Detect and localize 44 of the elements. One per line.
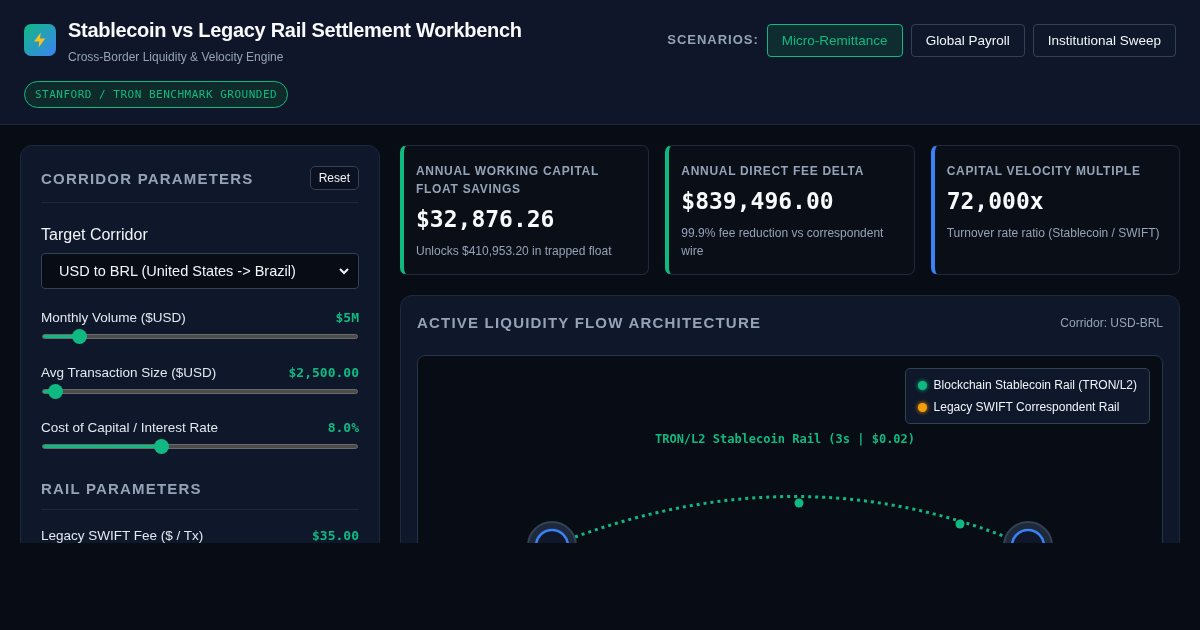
- scenarios-label: SCENARIOS:: [667, 32, 759, 47]
- slider[interactable]: [42, 439, 358, 454]
- slider-label: Legacy SWIFT Fee ($ / Tx): [41, 528, 204, 543]
- benchmark-badge: STANFORD / TRON BENCHMARK GROUNDED: [24, 81, 289, 108]
- panel-title: CORRIDOR PARAMETERS: [41, 169, 254, 187]
- slider[interactable]: [42, 384, 358, 399]
- chevron-icon: [338, 265, 350, 277]
- lightning-icon: [24, 24, 56, 56]
- slider-thumb[interactable]: [72, 329, 88, 344]
- legend-label: Legacy SWIFT Correspondent Rail: [933, 400, 1120, 414]
- corridor-label: Corridor: USD-BRL: [1060, 315, 1163, 330]
- metric-value: 72,000x: [946, 188, 1045, 214]
- slider-value: 8.0%: [327, 420, 359, 435]
- slider-thumb[interactable]: [48, 384, 64, 399]
- field-label: Target Corridor: [41, 226, 149, 244]
- app-subtitle: Cross-Border Liquidity & Velocity Engine: [68, 50, 285, 64]
- scenario-button[interactable]: Micro-Remittance: [766, 24, 903, 57]
- currency-node: [527, 521, 577, 543]
- legend-label: Blockchain Stablecoin Rail (TRON/L2): [933, 378, 1137, 392]
- slider-label: Monthly Volume ($USD): [41, 310, 186, 325]
- metric-title: CAPITAL VELOCITY MULTIPLE: [946, 163, 1142, 180]
- reset-button[interactable]: Reset: [309, 166, 359, 190]
- metric-value: $839,496.00: [681, 188, 835, 214]
- metric-note: Turnover rate ratio (Stablecoin / SWIFT): [946, 225, 1161, 242]
- rail-label: TRON/L2 Stablecoin Rail (3s | $0.02): [654, 432, 916, 446]
- slider-label: Avg Transaction Size ($USD): [41, 365, 217, 380]
- slider-value: $2,500.00: [288, 365, 359, 380]
- scenario-button[interactable]: Global Payroll: [910, 24, 1025, 57]
- metric-title: ANNUAL DIRECT FEE DELTA: [681, 163, 866, 180]
- metric-value: $32,876.26: [416, 206, 556, 232]
- app-title: Stablecoin vs Legacy Rail Settlement Workbench: [68, 19, 522, 42]
- slider-value: $5M: [335, 310, 359, 325]
- panel-title: ACTIVE LIQUIDITY FLOW ARCHITECTURE: [417, 314, 762, 331]
- scenario-button[interactable]: Institutional Sweep: [1032, 24, 1176, 57]
- metric-note: Unlocks $410,953.20 in trapped float: [416, 243, 613, 260]
- metric-note: 99.9% fee reduction vs correspondent wire: [681, 225, 885, 260]
- currency-node: [1003, 521, 1053, 543]
- slider-thumb[interactable]: [153, 439, 169, 454]
- slider-label: Cost of Capital / Interest Rate: [41, 420, 219, 435]
- slider[interactable]: [42, 329, 358, 344]
- slider-value: $35.00: [312, 528, 359, 543]
- corridor-select[interactable]: USD to BRL (United States -> Brazil): [41, 253, 359, 289]
- section-title: RAIL PARAMETERS: [41, 480, 202, 497]
- metric-title: ANNUAL WORKING CAPITAL FLOAT SAVINGS: [416, 163, 600, 198]
